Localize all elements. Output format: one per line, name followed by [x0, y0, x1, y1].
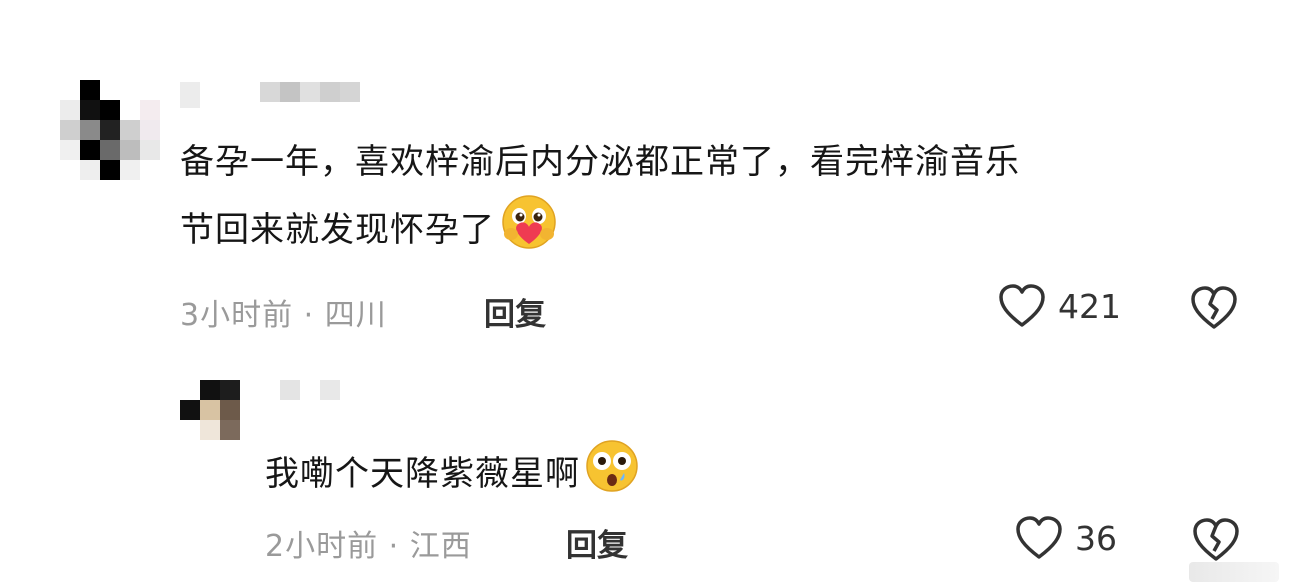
timestamp: 3小时前 [180, 298, 294, 333]
comment-text: 我嘞个天降紫薇星啊 [265, 438, 965, 513]
reply-text: 我嘞个天降紫薇星啊 [265, 454, 580, 494]
location: 四川 [324, 298, 387, 333]
meta-separator: · [388, 529, 400, 564]
username-pixelated[interactable] [280, 380, 340, 400]
comment-text-line2: 节回来就发现怀孕了 [180, 210, 495, 250]
comment-text-line1: 备孕一年，喜欢梓渝后内分泌都正常了，看完梓渝音乐 [180, 142, 1020, 182]
flushed-face-emoji-icon [584, 438, 640, 513]
reply-button[interactable]: 回复 [484, 289, 546, 334]
like-button[interactable]: 36 [1015, 515, 1117, 561]
reply-button[interactable]: 回复 [566, 520, 628, 565]
broken-heart-icon [1191, 286, 1237, 329]
hugging-heart-emoji-icon [499, 192, 559, 271]
like-count: 421 [1058, 286, 1121, 326]
dislike-button[interactable] [1190, 285, 1238, 335]
username-pixelated[interactable] [180, 82, 360, 108]
meta-separator: · [303, 298, 315, 333]
avatar[interactable] [60, 80, 160, 180]
watermark-overlay [1189, 562, 1279, 582]
location: 江西 [409, 529, 472, 564]
comment-text: 备孕一年，喜欢梓渝后内分泌都正常了，看完梓渝音乐 节回来就发现怀孕了 [180, 132, 1260, 271]
heart-outline-icon [1016, 516, 1062, 559]
timestamp: 2小时前 [265, 529, 379, 564]
heart-outline-icon [999, 284, 1045, 327]
comment-meta: 2小时前 · 江西 [265, 521, 472, 565]
comment-meta: 3小时前 · 四川 [180, 290, 387, 334]
like-button[interactable]: 421 [998, 283, 1121, 329]
broken-heart-icon [1193, 518, 1239, 561]
avatar[interactable] [180, 380, 240, 440]
like-count: 36 [1075, 518, 1117, 558]
dislike-button[interactable] [1192, 517, 1240, 567]
